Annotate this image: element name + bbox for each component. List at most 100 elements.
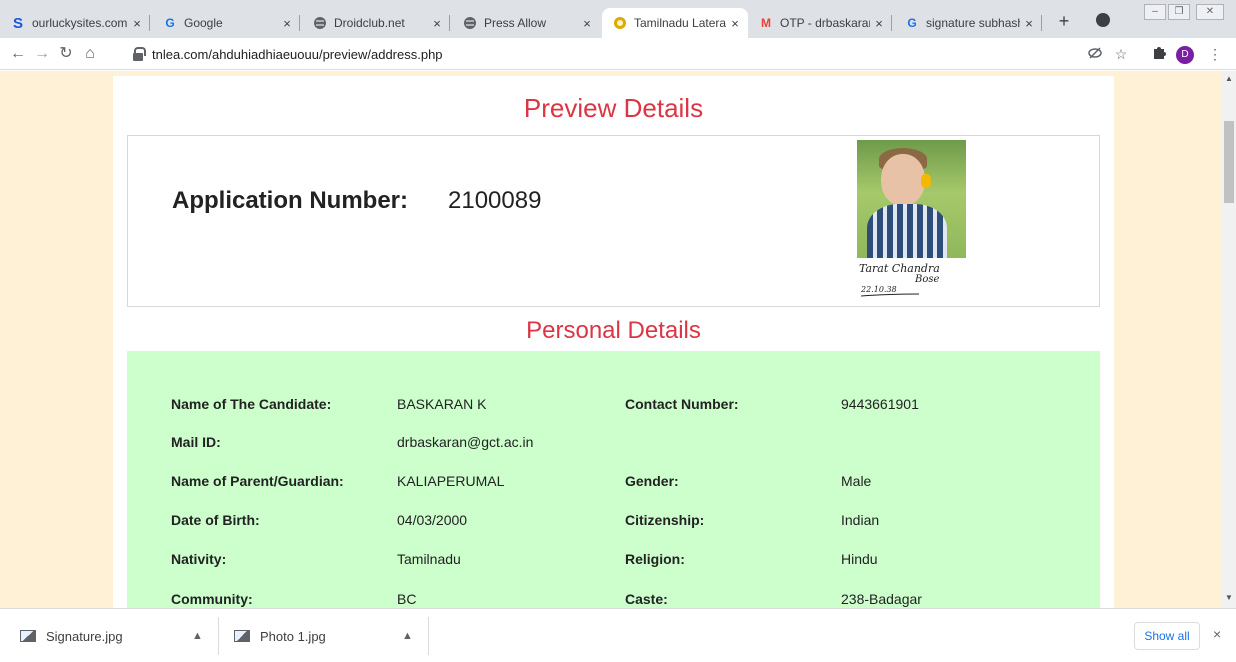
- personal-details-heading: Personal Details: [526, 317, 701, 344]
- application-box: Application Number: 2100089 Tarat Chandr…: [127, 135, 1100, 307]
- field-label: Date of Birth:: [171, 512, 260, 528]
- tab-otp-gmail[interactable]: M OTP - drbaskaran@ ×: [748, 8, 892, 38]
- browser-toolbar: ← → ↻ ⌂ tnlea.com/ahduhiadhiaeuouu/previ…: [0, 38, 1236, 70]
- field-value: 9443661901: [841, 396, 919, 412]
- application-number-value: 2100089: [448, 187, 542, 214]
- new-tab-button[interactable]: +: [1050, 8, 1078, 36]
- globe-icon: [312, 15, 328, 31]
- scroll-down-arrow-icon[interactable]: ▼: [1225, 593, 1233, 602]
- ourluckysites-favicon-icon: S: [12, 14, 23, 32]
- home-icon[interactable]: ⌂: [80, 44, 100, 64]
- download-item-photo[interactable]: Photo 1.jpg ▲: [234, 609, 430, 662]
- field-value: Indian: [841, 512, 880, 528]
- scrollbar-thumb[interactable]: [1224, 121, 1234, 203]
- tab-label: signature subhash: [926, 16, 1020, 30]
- field-value: drbaskaran@gct.ac.in: [397, 434, 534, 450]
- tab-ourluckysites[interactable]: S ourluckysites.com ×: [0, 8, 150, 38]
- minimize-icon[interactable]: –: [1144, 4, 1166, 20]
- lock-icon: [132, 47, 146, 61]
- detail-row: Community: BC Caste: 238-Badagar: [127, 591, 1100, 608]
- field-value: KALIAPERUMAL: [397, 473, 505, 489]
- candidate-signature: Tarat Chandra Bose 22.10.38: [859, 262, 940, 297]
- candidate-photo: [857, 140, 966, 258]
- tab-label: ourluckysites.com: [32, 16, 128, 30]
- google-favicon-icon: G: [165, 16, 175, 30]
- address-bar[interactable]: tnlea.com/ahduhiadhiaeuouu/preview/addre…: [132, 41, 1072, 67]
- google-favicon-icon: G: [907, 16, 917, 30]
- svg-text:Bose: Bose: [914, 274, 940, 285]
- detail-row: Mail ID: drbaskaran@gct.ac.in: [127, 434, 1100, 454]
- globe-icon: [462, 15, 478, 31]
- detail-row: Name of Parent/Guardian: KALIAPERUMAL Ge…: [127, 473, 1100, 493]
- page-viewport: Preview Details Application Number: 2100…: [0, 71, 1222, 608]
- image-file-icon: [20, 630, 36, 642]
- field-label: Community:: [171, 591, 253, 607]
- detail-row: Date of Birth: 04/03/2000 Citizenship: I…: [127, 512, 1100, 532]
- tab-close-icon[interactable]: ×: [1020, 16, 1038, 31]
- tab-label: Tamilnadu Lateral: [634, 16, 726, 30]
- field-label: Nativity:: [171, 551, 227, 567]
- tab-signature-search[interactable]: G signature subhash ×: [894, 8, 1042, 38]
- field-label: Gender:: [625, 473, 679, 489]
- field-label: Religion:: [625, 551, 685, 567]
- field-value: Hindu: [841, 551, 878, 567]
- page-scrollbar[interactable]: ▲ ▼: [1222, 71, 1236, 608]
- field-label: Name of Parent/Guardian:: [171, 473, 344, 489]
- field-value: BC: [397, 591, 417, 607]
- image-file-icon: [234, 630, 250, 642]
- field-label: Contact Number:: [625, 396, 739, 412]
- tab-close-icon[interactable]: ×: [128, 16, 146, 31]
- preview-details-heading: Preview Details: [523, 93, 704, 123]
- window-close-icon[interactable]: ✕: [1196, 4, 1224, 20]
- scroll-up-arrow-icon[interactable]: ▲: [1225, 74, 1233, 83]
- url-text: tnlea.com/ahduhiadhiaeuouu/preview/addre…: [152, 46, 443, 62]
- forward-arrow-icon[interactable]: →: [32, 44, 52, 64]
- restore-icon[interactable]: ❐: [1168, 4, 1190, 20]
- tab-close-icon[interactable]: ×: [278, 16, 296, 31]
- tab-close-icon[interactable]: ×: [578, 16, 596, 31]
- emblem-icon: [612, 15, 628, 31]
- personal-details-table: Name of The Candidate: BASKARAN K Contac…: [127, 351, 1100, 608]
- field-value: Male: [841, 473, 872, 489]
- tab-droidclub[interactable]: Droidclub.net ×: [302, 8, 450, 38]
- detail-row: Nativity: Tamilnadu Religion: Hindu: [127, 551, 1100, 571]
- download-filename: Signature.jpg: [46, 628, 123, 644]
- tab-search-icon[interactable]: [1096, 13, 1110, 27]
- tab-label: Press Allow: [484, 16, 547, 30]
- browser-tab-strip: S ourluckysites.com × G Google × Droidcl…: [0, 0, 1236, 38]
- profile-avatar[interactable]: D: [1176, 46, 1194, 64]
- reload-icon[interactable]: ↻: [56, 44, 76, 64]
- download-item-signature[interactable]: Signature.jpg ▲: [20, 609, 216, 662]
- field-label: Citizenship:: [625, 512, 705, 528]
- tab-label: Droidclub.net: [334, 16, 405, 30]
- svg-text:22.10.38: 22.10.38: [860, 285, 897, 294]
- field-value: BASKARAN K: [397, 396, 487, 412]
- download-shelf: Signature.jpg ▲ Photo 1.jpg ▲ Show all ×: [0, 608, 1236, 662]
- download-filename: Photo 1.jpg: [260, 628, 326, 644]
- show-all-button[interactable]: Show all: [1134, 622, 1200, 650]
- tab-label: Google: [184, 16, 223, 30]
- tab-press-allow[interactable]: Press Allow ×: [452, 8, 600, 38]
- tab-close-icon[interactable]: ×: [726, 16, 744, 31]
- close-icon[interactable]: ×: [1213, 626, 1221, 642]
- chevron-up-icon[interactable]: ▲: [402, 630, 413, 642]
- tab-close-icon[interactable]: ×: [870, 16, 888, 31]
- field-value: Tamilnadu: [397, 551, 461, 567]
- extensions-puzzle-icon[interactable]: [1150, 45, 1168, 63]
- field-value: 04/03/2000: [397, 512, 468, 528]
- tab-google[interactable]: G Google ×: [152, 8, 300, 38]
- field-label: Name of The Candidate:: [171, 396, 332, 412]
- field-label: Mail ID:: [171, 434, 221, 450]
- chevron-up-icon[interactable]: ▲: [192, 630, 203, 642]
- tab-tamilnadu-lateral[interactable]: Tamilnadu Lateral ×: [602, 8, 748, 38]
- field-value: 238-Badagar: [841, 591, 922, 607]
- back-arrow-icon[interactable]: ←: [8, 44, 28, 64]
- bookmark-star-icon[interactable]: ☆: [1112, 45, 1130, 63]
- application-number-label: Application Number:: [172, 187, 409, 214]
- tab-label: OTP - drbaskaran@: [780, 16, 870, 30]
- more-menu-icon[interactable]: ⋮: [1206, 45, 1224, 63]
- tab-close-icon[interactable]: ×: [428, 16, 446, 31]
- detail-row: Name of The Candidate: BASKARAN K Contac…: [127, 396, 1100, 416]
- gmail-favicon-icon: M: [761, 16, 771, 30]
- eye-slash-icon[interactable]: [1086, 45, 1104, 63]
